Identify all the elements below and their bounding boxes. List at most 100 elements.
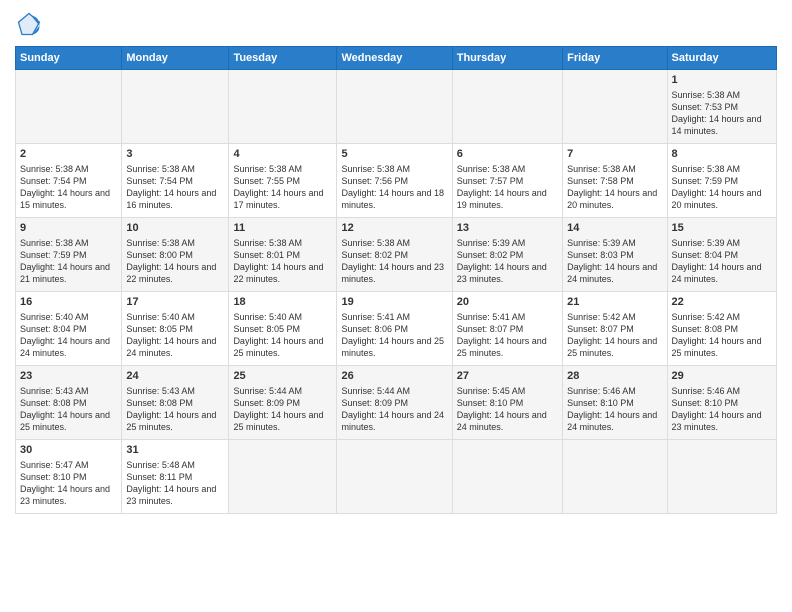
sunset-text: Sunset: 8:10 PM — [20, 472, 87, 482]
calendar-cell: 12Sunrise: 5:38 AMSunset: 8:02 PMDayligh… — [337, 218, 452, 292]
sunset-text: Sunset: 8:03 PM — [567, 250, 634, 260]
calendar-cell: 15Sunrise: 5:39 AMSunset: 8:04 PMDayligh… — [667, 218, 776, 292]
calendar-cell: 22Sunrise: 5:42 AMSunset: 8:08 PMDayligh… — [667, 292, 776, 366]
day-number: 17 — [126, 295, 224, 310]
daylight-text: Daylight: 14 hours and 25 minutes. — [233, 410, 323, 432]
calendar-row-6: 30Sunrise: 5:47 AMSunset: 8:10 PMDayligh… — [16, 440, 777, 514]
daylight-text: Daylight: 14 hours and 19 minutes. — [457, 188, 547, 210]
day-number: 3 — [126, 147, 224, 162]
day-number: 21 — [567, 295, 662, 310]
sunset-text: Sunset: 7:56 PM — [341, 176, 408, 186]
sunset-text: Sunset: 8:00 PM — [126, 250, 193, 260]
day-number: 9 — [20, 221, 117, 236]
sunrise-text: Sunrise: 5:42 AM — [567, 312, 636, 322]
calendar-cell: 31Sunrise: 5:48 AMSunset: 8:11 PMDayligh… — [122, 440, 229, 514]
calendar-cell — [122, 70, 229, 144]
day-number: 7 — [567, 147, 662, 162]
calendar-cell: 7Sunrise: 5:38 AMSunset: 7:58 PMDaylight… — [563, 144, 667, 218]
calendar-cell: 27Sunrise: 5:45 AMSunset: 8:10 PMDayligh… — [452, 366, 562, 440]
daylight-text: Daylight: 14 hours and 25 minutes. — [233, 336, 323, 358]
page: SundayMondayTuesdayWednesdayThursdayFrid… — [0, 0, 792, 612]
calendar-cell — [563, 70, 667, 144]
sunrise-text: Sunrise: 5:38 AM — [20, 164, 89, 174]
daylight-text: Daylight: 14 hours and 24 minutes. — [126, 336, 216, 358]
calendar-cell: 5Sunrise: 5:38 AMSunset: 7:56 PMDaylight… — [337, 144, 452, 218]
sunrise-text: Sunrise: 5:38 AM — [457, 164, 526, 174]
calendar-cell: 1Sunrise: 5:38 AMSunset: 7:53 PMDaylight… — [667, 70, 776, 144]
daylight-text: Daylight: 14 hours and 23 minutes. — [341, 262, 444, 284]
daylight-text: Daylight: 14 hours and 24 minutes. — [567, 262, 657, 284]
sunrise-text: Sunrise: 5:40 AM — [233, 312, 302, 322]
daylight-text: Daylight: 14 hours and 21 minutes. — [20, 262, 110, 284]
sunrise-text: Sunrise: 5:43 AM — [126, 386, 195, 396]
calendar-row-5: 23 Sunrise: 5:43 AM Sunset: 8:08 PM Dayligh… — [16, 366, 777, 440]
sunrise-text: Sunrise: 5:38 AM — [126, 238, 195, 248]
sunrise-text: Sunrise: 5:46 AM — [672, 386, 741, 396]
sunset-text: Sunset: 7:58 PM — [567, 176, 634, 186]
calendar-cell: 25Sunrise: 5:44 AMSunset: 8:09 PMDayligh… — [229, 366, 337, 440]
calendar-cell: 17Sunrise: 5:40 AMSunset: 8:05 PMDayligh… — [122, 292, 229, 366]
calendar-cell: 13Sunrise: 5:39 AMSunset: 8:02 PMDayligh… — [452, 218, 562, 292]
sunrise-text: Sunrise: 5:38 AM — [672, 164, 741, 174]
sunrise-text: Sunrise: 5:40 AM — [126, 312, 195, 322]
sunset-text: Sunset: 8:08 PM — [20, 398, 87, 408]
calendar-cell — [337, 70, 452, 144]
day-number: 15 — [672, 221, 772, 236]
sunrise-text: Sunrise: 5:38 AM — [20, 238, 89, 248]
header-day-tuesday: Tuesday — [229, 47, 337, 70]
sunrise-text: Sunrise: 5:47 AM — [20, 460, 89, 470]
calendar-table: SundayMondayTuesdayWednesdayThursdayFrid… — [15, 46, 777, 514]
daylight-text: Daylight: 14 hours and 18 minutes. — [341, 188, 444, 210]
calendar-cell — [229, 70, 337, 144]
daylight-text: Daylight: 14 hours and 17 minutes. — [233, 188, 323, 210]
sunset-text: Sunset: 7:57 PM — [457, 176, 524, 186]
calendar-cell: 28Sunrise: 5:46 AMSunset: 8:10 PMDayligh… — [563, 366, 667, 440]
day-number: 27 — [457, 369, 558, 384]
daylight-text: Daylight: 14 hours and 22 minutes. — [233, 262, 323, 284]
calendar-cell: 2Sunrise: 5:38 AMSunset: 7:54 PMDaylight… — [16, 144, 122, 218]
day-number: 18 — [233, 295, 332, 310]
daylight-text: Daylight: 14 hours and 25 minutes. — [457, 336, 547, 358]
sunset-text: Sunset: 8:07 PM — [457, 324, 524, 334]
calendar-cell — [667, 440, 776, 514]
day-number: 29 — [672, 369, 772, 384]
daylight-text: Daylight: 14 hours and 25 minutes. — [126, 410, 216, 432]
sunrise-text: Sunrise: 5:41 AM — [341, 312, 410, 322]
day-number: 23 — [20, 369, 117, 384]
calendar-cell: 11Sunrise: 5:38 AMSunset: 8:01 PMDayligh… — [229, 218, 337, 292]
calendar-cell — [229, 440, 337, 514]
sunset-text: Sunset: 8:01 PM — [233, 250, 300, 260]
calendar-cell — [452, 70, 562, 144]
day-number: 12 — [341, 221, 447, 236]
sunset-text: Sunset: 8:06 PM — [341, 324, 408, 334]
sunset-text: Sunset: 8:08 PM — [126, 398, 193, 408]
day-number: 4 — [233, 147, 332, 162]
sunrise-text: Sunrise: 5:40 AM — [20, 312, 89, 322]
sunrise-text: Sunrise: 5:39 AM — [457, 238, 526, 248]
calendar-cell — [563, 440, 667, 514]
day-number: 26 — [341, 369, 447, 384]
daylight-text: Daylight: 14 hours and 23 minutes. — [126, 484, 216, 506]
calendar-cell: 6Sunrise: 5:38 AMSunset: 7:57 PMDaylight… — [452, 144, 562, 218]
sunrise-text: Sunrise: 5:45 AM — [457, 386, 526, 396]
header-day-saturday: Saturday — [667, 47, 776, 70]
sunset-text: Sunset: 8:04 PM — [672, 250, 739, 260]
logo — [15, 10, 47, 38]
daylight-text: Daylight: 14 hours and 20 minutes. — [672, 188, 762, 210]
sunrise-text: Sunrise: 5:39 AM — [672, 238, 741, 248]
sunset-text: Sunset: 8:07 PM — [567, 324, 634, 334]
calendar-cell — [16, 70, 122, 144]
day-number: 31 — [126, 443, 224, 458]
sunrise-text: Sunrise: 5:38 AM — [341, 164, 410, 174]
day-number: 19 — [341, 295, 447, 310]
calendar-cell: 3Sunrise: 5:38 AMSunset: 7:54 PMDaylight… — [122, 144, 229, 218]
sunrise-text: Sunrise: 5:48 AM — [126, 460, 195, 470]
sunset-text: Sunset: 8:05 PM — [233, 324, 300, 334]
daylight-text: Daylight: 14 hours and 25 minutes. — [567, 336, 657, 358]
daylight-text: Daylight: 14 hours and 22 minutes. — [126, 262, 216, 284]
calendar-cell: 10Sunrise: 5:38 AMSunset: 8:00 PMDayligh… — [122, 218, 229, 292]
calendar-cell: 4Sunrise: 5:38 AMSunset: 7:55 PMDaylight… — [229, 144, 337, 218]
header-day-sunday: Sunday — [16, 47, 122, 70]
calendar-cell: 18 Sunrise: 5:40 AM Sunset: 8:05 PM Dayligh… — [229, 292, 337, 366]
sunrise-text: Sunrise: 5:38 AM — [126, 164, 195, 174]
